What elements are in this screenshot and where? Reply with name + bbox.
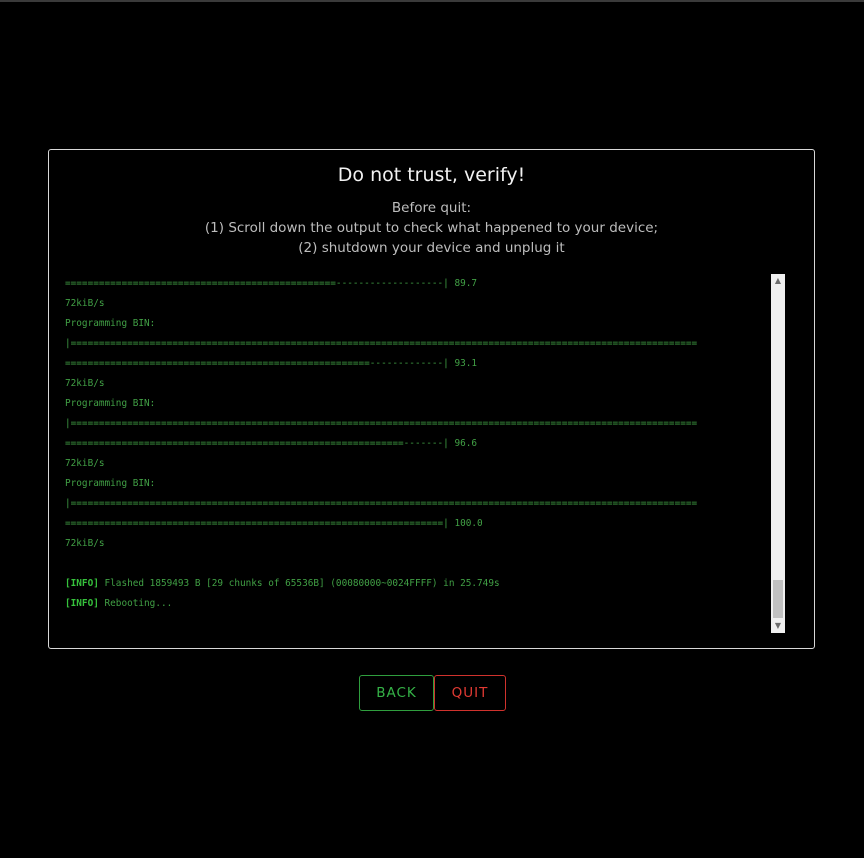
log-line-text: 72kiB/s	[65, 458, 105, 469]
log-line-text: ========================================…	[65, 438, 478, 449]
log-line: ========================================…	[65, 434, 766, 454]
quit-button[interactable]: QUIT	[434, 675, 506, 711]
dialog-instruction-scroll: (1) Scroll down the output to check what…	[204, 220, 659, 236]
log-line-text: |=======================================…	[65, 498, 698, 509]
dialog-instruction-shutdown: (2) shutdown your device and unplug it	[298, 240, 565, 256]
output-log-scrollbar[interactable]: ▲ ▼	[771, 274, 785, 633]
log-line: 72kiB/s	[65, 534, 766, 554]
scroll-up-arrow-icon[interactable]: ▲	[771, 274, 785, 288]
log-line: [INFO] Rebooting...	[65, 594, 766, 614]
window-top-border	[0, 0, 864, 2]
log-line: |=======================================…	[65, 494, 766, 514]
scroll-down-arrow-icon[interactable]: ▼	[771, 619, 785, 633]
log-line: |=======================================…	[65, 414, 766, 434]
dialog-title: Do not trust, verify!	[337, 164, 526, 186]
log-line: Programming BIN:	[65, 394, 766, 414]
log-line: 72kiB/s	[65, 294, 766, 314]
log-line-text: |=======================================…	[65, 338, 698, 349]
log-level-tag: [INFO]	[65, 578, 99, 589]
log-line-text: Programming BIN:	[65, 398, 156, 409]
verify-dialog: Do not trust, verify! Before quit: (1) S…	[48, 149, 815, 649]
log-level-tag: [INFO]	[65, 598, 99, 609]
dialog-subtitle-before-quit: Before quit:	[391, 200, 472, 216]
log-line-text: ========================================…	[65, 358, 478, 369]
log-line: 72kiB/s	[65, 374, 766, 394]
log-line-text: 72kiB/s	[65, 298, 105, 309]
log-line-text: Programming BIN:	[65, 318, 156, 329]
log-line-text: 72kiB/s	[65, 538, 105, 549]
log-line: ========================================…	[65, 354, 766, 374]
log-line-text: ========================================…	[65, 278, 478, 289]
log-line: ========================================…	[65, 514, 766, 534]
log-line: ========================================…	[65, 274, 766, 294]
log-line-text: Rebooting...	[98, 598, 173, 609]
log-line-text: Programming BIN:	[65, 478, 156, 489]
output-log[interactable]: ========================================…	[65, 274, 766, 632]
log-line: 72kiB/s	[65, 454, 766, 474]
log-line: Programming BIN:	[65, 314, 766, 334]
log-line-text: 72kiB/s	[65, 378, 105, 389]
log-line-text: ========================================…	[65, 518, 483, 529]
log-line-text: Flashed 1859493 B [29 chunks of 65536B] …	[98, 578, 500, 589]
back-button[interactable]: BACK	[359, 675, 434, 711]
log-line: Programming BIN:	[65, 474, 766, 494]
log-line: [INFO] Flashed 1859493 B [29 chunks of 6…	[65, 574, 766, 594]
scrollbar-thumb[interactable]	[773, 580, 783, 618]
log-line-text: |=======================================…	[65, 418, 698, 429]
log-line: |=======================================…	[65, 334, 766, 354]
